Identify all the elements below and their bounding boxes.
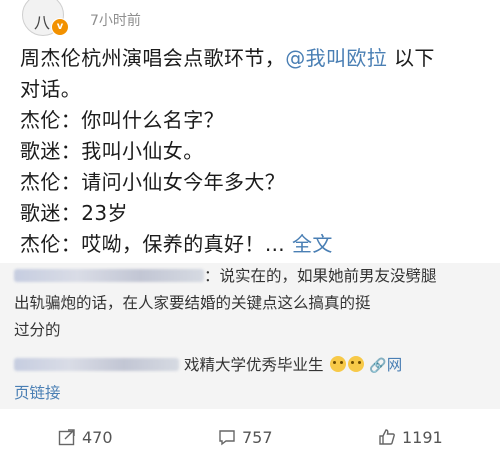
post-line: 歌迷：23岁 xyxy=(20,201,128,225)
post-line: 周杰伦杭州演唱会点歌环节，@我叫欧拉 以下 xyxy=(20,43,490,74)
comment-line: ：说实在的，如果她前男友没劈腿 xyxy=(14,263,484,290)
post-text: 以下 xyxy=(387,46,435,70)
web-link-label[interactable]: 网 xyxy=(387,356,403,374)
like-icon xyxy=(379,429,395,445)
comment-count: 757 xyxy=(242,428,273,447)
web-link-label[interactable]: 页链接 xyxy=(14,384,61,402)
post-time: 7小时前 xyxy=(90,13,141,29)
quoted-comment[interactable]: ：说实在的，如果她前男友没劈腿 出轨骗炮的话，在人家要结婚的关键点这么搞真的挺 … xyxy=(0,263,500,409)
emoji-icon xyxy=(348,356,365,372)
post-body: 周杰伦杭州演唱会点歌环节，@我叫欧拉 以下 对话。 杰伦：你叫什么名字？ 歌迷：… xyxy=(20,43,490,260)
post-text: 周杰伦杭州演唱会点歌环节， xyxy=(20,46,286,70)
post-line: 杰伦：你叫什么名字？ xyxy=(20,108,224,132)
mention-link[interactable]: @我叫欧拉 xyxy=(285,46,387,70)
link-icon[interactable]: 🔗 xyxy=(369,358,386,374)
avatar-figure-icon: 八 xyxy=(34,13,51,32)
emoji-icon xyxy=(330,356,347,372)
post-header: 八 v 7小时前 xyxy=(0,0,500,40)
like-count: 1191 xyxy=(402,428,443,447)
repost-icon xyxy=(58,429,75,446)
post-text: 杰伦：哎呦，保养的真好！… xyxy=(20,232,286,256)
blurred-username xyxy=(14,358,179,371)
comment-line: 过分的 xyxy=(14,321,61,339)
post-line: 杰伦：哎呦，保养的真好！… 全文 xyxy=(20,229,490,260)
comment-line: 出轨骗炮的话，在人家要结婚的关键点这么搞真的挺 xyxy=(14,294,371,312)
action-bar: 470 757 1191 xyxy=(0,410,500,468)
comment-username-tag: 戏精大学优秀毕业生 xyxy=(183,356,324,374)
comment-text: ：说实在的，如果她前男友没劈腿 出轨骗炮的话，在人家要结婚的关键点这么搞真的挺 … xyxy=(14,263,484,407)
comment-text-part: ：说实在的，如果她前男友没劈腿 xyxy=(204,267,437,285)
comment-line: 戏精大学优秀毕业生 🔗网 xyxy=(14,352,484,380)
post-line: 对话。 xyxy=(20,77,82,101)
repost-count: 470 xyxy=(82,428,113,447)
comment-icon xyxy=(219,430,235,446)
like-button[interactable]: 1191 xyxy=(378,428,443,447)
blurred-username xyxy=(14,269,204,282)
comment-line: 页链接 xyxy=(14,380,484,407)
full-text-link[interactable]: 全文 xyxy=(292,232,333,256)
repost-button[interactable]: 470 xyxy=(58,428,113,447)
comment-button[interactable]: 757 xyxy=(218,428,273,447)
verified-badge-icon: v xyxy=(51,18,69,36)
post-line: 杰伦：请问小仙女今年多大？ xyxy=(20,170,286,194)
post-line: 歌迷：我叫小仙女。 xyxy=(20,139,204,163)
